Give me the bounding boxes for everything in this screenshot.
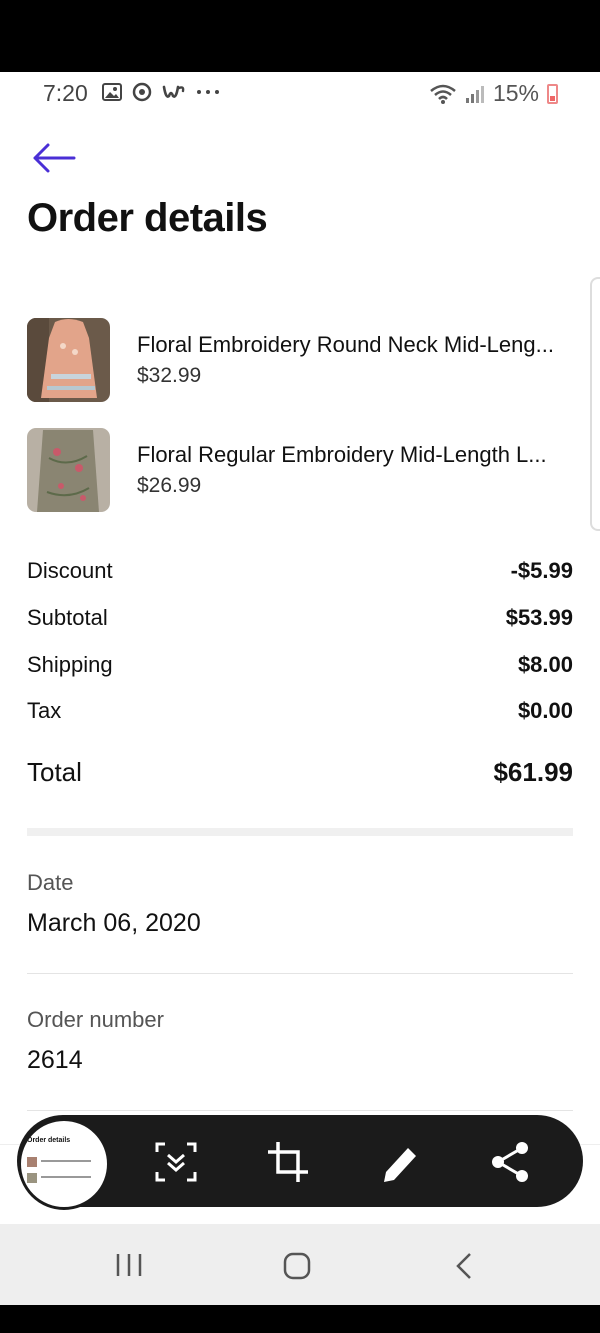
back-button-icon[interactable] — [452, 1252, 478, 1280]
notification-icons — [102, 81, 221, 103]
item-name[interactable]: Floral Embroidery Round Neck Mid-Leng... — [137, 332, 577, 358]
order-number-value: 2614 — [27, 1046, 83, 1074]
system-navigation-bar — [0, 1224, 600, 1305]
status-right: 15% — [429, 80, 558, 107]
signal-icon — [465, 85, 484, 103]
total-value: $61.99 — [493, 757, 573, 787]
home-button-icon[interactable] — [282, 1252, 312, 1280]
battery-percent: 15% — [492, 80, 539, 106]
battery-icon — [547, 83, 558, 104]
status-bar: 7:20 15% — [0, 72, 600, 114]
order-number-label: Order number — [27, 1007, 164, 1032]
discount-label: Discount — [27, 558, 113, 583]
wish-app-icon — [162, 85, 185, 98]
item-price: $26.99 — [137, 474, 202, 497]
edge-panel-handle[interactable] — [590, 277, 600, 531]
crop-icon[interactable] — [266, 1140, 310, 1184]
preview-line — [41, 1160, 91, 1162]
more-notifications-icon — [197, 90, 219, 94]
screenshot-preview[interactable]: Order details — [18, 1118, 110, 1210]
discount-value: -$5.99 — [510, 558, 573, 583]
screen: 7:20 15% Order details Floral Embroidery… — [0, 72, 600, 1305]
share-icon[interactable] — [488, 1140, 532, 1184]
preview-title: Order details — [27, 1137, 71, 1144]
gallery-icon — [102, 83, 122, 101]
draw-icon[interactable] — [378, 1140, 422, 1184]
date-value: March 06, 2020 — [27, 909, 201, 937]
divider — [27, 973, 573, 974]
sync-icon — [132, 82, 152, 102]
section-divider — [27, 828, 573, 836]
shipping-value: $8.00 — [517, 652, 573, 677]
preview-line — [41, 1176, 91, 1178]
divider — [27, 1110, 573, 1111]
product-thumbnail[interactable] — [27, 428, 110, 512]
shipping-label: Shipping — [27, 652, 113, 677]
item-price: $32.99 — [137, 364, 202, 387]
item-name[interactable]: Floral Regular Embroidery Mid-Length L..… — [137, 442, 577, 468]
subtotal-value: $53.99 — [505, 605, 573, 630]
back-arrow-icon[interactable] — [30, 140, 76, 176]
order-item[interactable]: Floral Embroidery Round Neck Mid-Leng...… — [27, 318, 587, 402]
tax-value: $0.00 — [517, 698, 573, 723]
order-item[interactable]: Floral Regular Embroidery Mid-Length L..… — [27, 428, 587, 512]
tax-label: Tax — [27, 698, 62, 723]
wifi-icon — [430, 84, 456, 104]
status-time: 7:20 — [43, 80, 88, 106]
total-label: Total — [27, 757, 82, 787]
page-title: Order details — [27, 196, 268, 240]
subtotal-label: Subtotal — [27, 605, 108, 630]
recent-apps-icon[interactable] — [114, 1252, 144, 1278]
date-label: Date — [27, 870, 74, 895]
preview-thumb — [27, 1173, 37, 1183]
product-thumbnail[interactable] — [27, 318, 110, 402]
scroll-capture-icon[interactable] — [154, 1140, 198, 1184]
preview-thumb — [27, 1157, 37, 1167]
